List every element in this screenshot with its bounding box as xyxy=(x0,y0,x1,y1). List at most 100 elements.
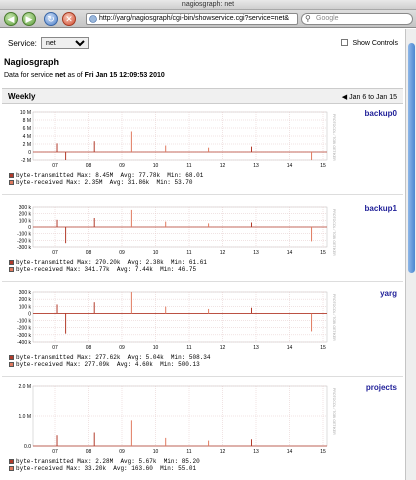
legend-min-value: 61.61 xyxy=(188,259,207,266)
x-tick-label: 08 xyxy=(86,250,92,256)
x-tick-label: 09 xyxy=(119,449,125,455)
search-input[interactable]: ⚲ Google xyxy=(301,13,413,25)
x-tick-label: 07 xyxy=(52,250,58,256)
y-tick-label: 100 k xyxy=(19,304,32,310)
x-tick-label: 15 xyxy=(320,250,326,256)
x-tick-label: 13 xyxy=(253,163,259,169)
legend-series-label: byte-received xyxy=(16,361,63,368)
graph-block: projects 2.0 M 1.0 M 0.0 07 08 09 10 11 12 13 14 15 P… xyxy=(2,380,403,478)
legend-swatch xyxy=(9,267,14,272)
legend-series-label: byte-transmitted xyxy=(16,458,74,465)
legend-min-value: 500.13 xyxy=(178,361,200,368)
page-content: Service: net Show Controls Nagiosgraph D… xyxy=(0,29,405,480)
y-tick-label: -400 k xyxy=(17,340,31,346)
y-tick-label: 0 xyxy=(28,311,31,317)
x-tick-label: 10 xyxy=(153,163,159,169)
x-tick-label: 09 xyxy=(119,345,125,351)
legend-row: byte-transmitted Max: 277.62k Avg: 5.04k… xyxy=(9,354,211,361)
x-tick-label: 15 xyxy=(320,345,326,351)
forward-arrow-icon[interactable]: ▶ xyxy=(22,12,36,26)
y-tick-label: 10 M xyxy=(20,110,31,116)
legend-avg-label: Avg: xyxy=(127,354,143,361)
legend-min-value: 46.75 xyxy=(178,266,197,273)
legend-series-label: byte-transmitted xyxy=(16,172,74,179)
legend-swatch xyxy=(9,362,14,367)
data-line: Data for service net as of Fri Jan 15 12… xyxy=(4,72,165,79)
legend-avg-label: Avg: xyxy=(120,172,135,179)
legend-max-value: 2.35M xyxy=(84,179,103,186)
host-link[interactable]: yarg xyxy=(380,289,397,298)
graph-chart: 300 k200 k100 k0-100 k-200 k-300 k 07 08 09… xyxy=(17,205,336,256)
y-tick-label: -2 M xyxy=(21,158,31,164)
legend-avg-value: 163.60 xyxy=(131,465,153,472)
legend-avg-value: 5.67k xyxy=(138,458,157,465)
x-tick-label: 08 xyxy=(86,345,92,351)
x-tick-label: 09 xyxy=(119,163,125,169)
legend-avg-value: 5.04k xyxy=(145,354,164,361)
y-tick-label: -300 k xyxy=(17,245,31,251)
legend-max-value: 277.62k xyxy=(95,354,121,361)
x-tick-label: 11 xyxy=(186,345,191,351)
legend-avg-value: 7.44k xyxy=(134,266,153,273)
legend-avg-value: 4.60k xyxy=(134,361,153,368)
legend-max-label: Max: xyxy=(77,259,92,266)
legend-max-value: 277.09k xyxy=(84,361,110,368)
legend-swatch xyxy=(9,260,14,265)
service-select[interactable]: net xyxy=(41,37,89,49)
graph-block: yarg 300 k 200 k 100 k 0 -100 k -200 k -300 k -4… xyxy=(2,286,403,374)
legend-max-value: 341.77k xyxy=(84,266,110,273)
y-tick-label: 300 k xyxy=(19,290,32,296)
graph-divider xyxy=(2,281,403,282)
y-tick-label: 300 k xyxy=(19,205,32,211)
period-range[interactable]: ◀ Jan 6 to Jan 15 xyxy=(342,93,397,101)
show-controls-label: Show Controls xyxy=(352,40,398,47)
x-tick-label: 09 xyxy=(119,250,125,256)
show-controls-checkbox[interactable] xyxy=(340,39,348,46)
x-tick-label: 13 xyxy=(253,449,259,455)
scrollbar-thumb[interactable] xyxy=(408,43,415,273)
legend-min-value: 508.34 xyxy=(188,354,211,361)
legend-min-label: Min: xyxy=(170,354,186,361)
legend-max-label: Max: xyxy=(77,354,92,361)
x-tick-label: 07 xyxy=(52,449,58,455)
x-tick-label: 15 xyxy=(320,449,326,455)
legend-swatch xyxy=(9,459,14,464)
stop-icon[interactable]: ✕ xyxy=(62,12,76,26)
controls-row: Service: net Show Controls xyxy=(4,37,402,51)
legend-row: byte-received Max: 277.09k Avg: 4.60k Mi… xyxy=(9,361,200,368)
vertical-scrollbar[interactable] xyxy=(405,29,416,480)
host-link[interactable]: backup1 xyxy=(365,204,397,213)
legend-row: byte-received Max: 2.35M Avg: 31.86k Min… xyxy=(9,179,193,186)
legend-min-value: 68.01 xyxy=(185,172,204,179)
legend-min-label: Min: xyxy=(167,172,182,179)
url-bar[interactable]: http://yarg/nagiosgraph/cgi-bin/showserv… xyxy=(86,13,298,25)
y-tick-label: 1.0 M xyxy=(18,414,31,420)
legend-max-value: 8.45M xyxy=(95,172,114,179)
legend-min-label: Min: xyxy=(163,458,179,465)
legend-max-label: Max: xyxy=(66,179,81,186)
show-controls-toggle[interactable]: Show Controls xyxy=(340,39,398,47)
x-tick-label: 12 xyxy=(220,163,226,169)
x-tick-label: 10 xyxy=(153,345,159,351)
legend-min-label: Min: xyxy=(170,259,186,266)
legend-series-label: byte-received xyxy=(16,465,63,472)
host-link[interactable]: backup0 xyxy=(365,109,397,118)
legend-min-value: 53.70 xyxy=(174,179,193,186)
search-placeholder: Google xyxy=(316,15,339,22)
host-link[interactable]: projects xyxy=(366,383,397,392)
service-label: Service: xyxy=(8,39,37,48)
y-tick-label: 0.0 xyxy=(24,444,31,450)
legend-swatch xyxy=(9,355,14,360)
service-name: net xyxy=(54,72,66,79)
back-arrow-icon[interactable]: ◀ xyxy=(4,12,18,26)
favicon-icon xyxy=(89,15,97,23)
legend-min-label: Min: xyxy=(160,361,175,368)
legend-row: byte-transmitted Max: 270.20k Avg: 2.38k… xyxy=(9,259,207,266)
x-tick-label: 07 xyxy=(52,163,58,169)
legend-min-value: 55.01 xyxy=(178,465,197,472)
y-tick-label: 200 k xyxy=(19,212,32,218)
x-tick-label: 14 xyxy=(287,449,293,455)
period-range-text: Jan 6 to Jan 15 xyxy=(349,94,397,101)
reload-icon[interactable]: ↻ xyxy=(44,12,58,26)
url-text: http://yarg/nagiosgraph/cgi-bin/showserv… xyxy=(99,15,290,22)
